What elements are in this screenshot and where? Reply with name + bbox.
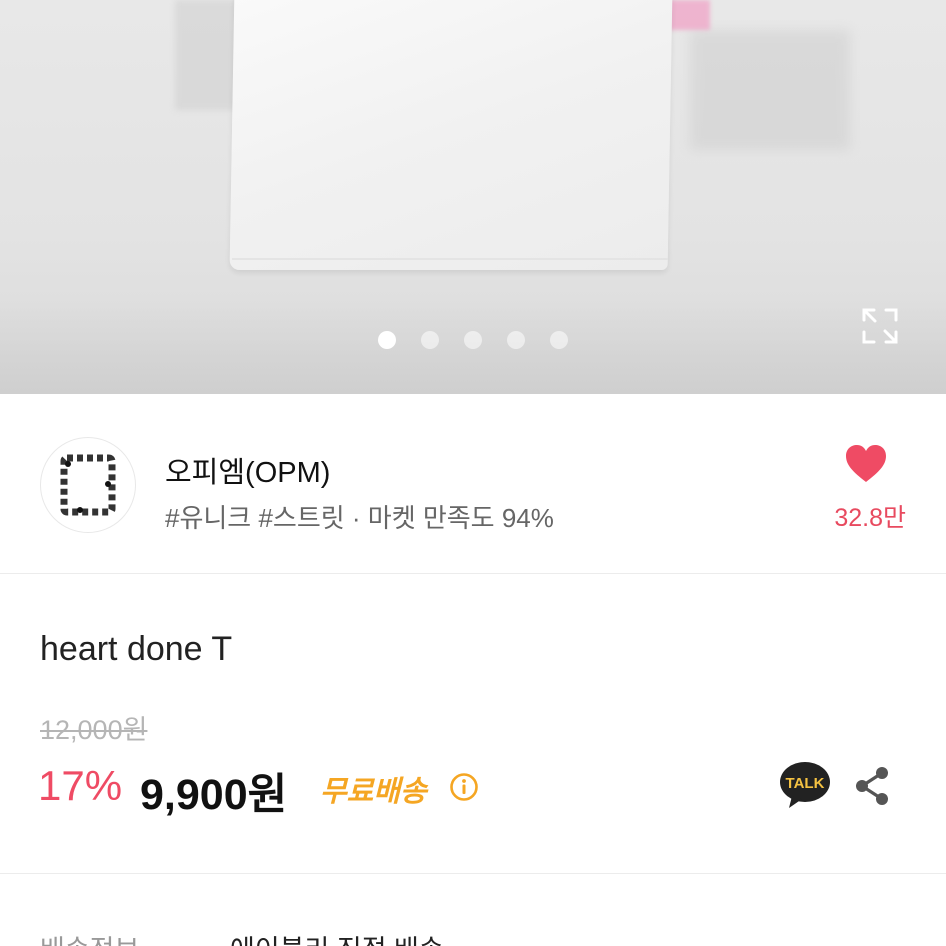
background-decor (668, 0, 710, 30)
discount-rate: 17% (38, 762, 123, 809)
shop-tags: #유니크 #스트릿 · 마켓 만족도 94% (165, 503, 554, 533)
carousel-dot[interactable] (507, 331, 525, 349)
divider (0, 873, 946, 874)
product-title: heart done T (40, 630, 233, 668)
sale-price: 9,900원 (140, 771, 288, 819)
divider (0, 573, 946, 574)
shop-logo[interactable] (40, 437, 136, 533)
carousel-dot[interactable] (550, 331, 568, 349)
background-decor (690, 30, 850, 150)
kakao-talk-button[interactable]: TALK (778, 761, 832, 811)
carousel-dot[interactable] (464, 331, 482, 349)
carousel-dot[interactable] (421, 331, 439, 349)
shop-info-row[interactable]: 오피엠(OPM) #유니크 #스트릿 · 마켓 만족도 94% 32.8만 (0, 394, 946, 574)
carousel-dot[interactable] (378, 331, 396, 349)
free-shipping-badge: 무료배송 (320, 776, 427, 808)
product-image-hem (232, 236, 668, 260)
like-count: 32.8만 (834, 504, 906, 532)
shop-name[interactable]: 오피엠(OPM) (165, 449, 330, 491)
product-image (229, 0, 673, 270)
expand-icon[interactable] (860, 306, 900, 346)
talk-label: TALK (786, 775, 825, 792)
info-icon[interactable] (449, 772, 479, 802)
heart-icon[interactable] (845, 444, 887, 484)
shipping-info-label: 배송정보 (40, 928, 139, 946)
carousel-indicator (378, 331, 568, 349)
original-price: 12,000원 (40, 715, 148, 745)
shipping-info-value: 에이블리 직접 배송 (230, 928, 444, 946)
product-image-carousel[interactable] (0, 0, 946, 394)
share-icon[interactable] (852, 765, 892, 807)
